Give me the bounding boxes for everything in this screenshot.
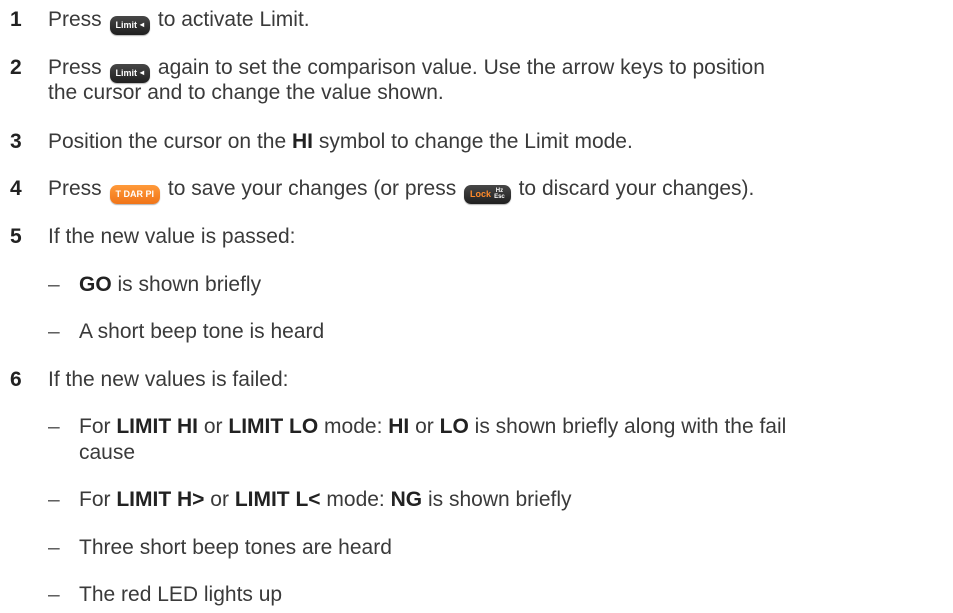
step-number: 4 bbox=[10, 177, 22, 200]
step-number: 1 bbox=[10, 8, 22, 31]
step-number: 3 bbox=[10, 130, 22, 153]
step-text: Press bbox=[48, 8, 102, 31]
step-text-continued: the cursor and to change the value shown… bbox=[48, 81, 444, 104]
step-text: to activate Limit. bbox=[157, 8, 310, 31]
save-key-icon: T DAR PI bbox=[109, 184, 161, 204]
hi-symbol: HI bbox=[291, 130, 313, 153]
lock-esc-key-icon: Lock Hz Esc bbox=[464, 184, 511, 204]
step-number: 6 bbox=[10, 368, 22, 391]
step-number: 5 bbox=[10, 225, 22, 248]
sub-item-continued: cause bbox=[79, 441, 136, 464]
step-text: Press bbox=[48, 56, 102, 79]
limit-key-icon: Limit ◂ bbox=[109, 15, 151, 35]
step-text: again to set the comparison value. Use t… bbox=[157, 56, 765, 79]
document-page: 1 Press Limit ◂ to activate Limit. 2 Pres… bbox=[0, 0, 953, 613]
step-number: 2 bbox=[10, 56, 22, 79]
